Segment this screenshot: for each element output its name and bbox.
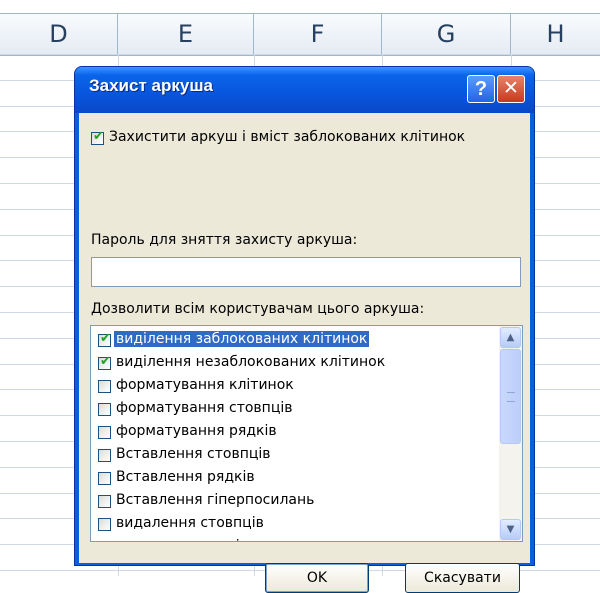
column-header-d[interactable]: D xyxy=(0,14,118,55)
permission-label: форматування клітинок xyxy=(116,377,294,393)
permissions-list[interactable]: ✔ виділення заблокованих клітинок ✔ виділен… xyxy=(90,325,523,542)
password-input[interactable] xyxy=(91,257,521,287)
scroll-up-icon[interactable]: ▲ xyxy=(500,327,521,348)
permission-checkbox[interactable] xyxy=(98,472,111,485)
permission-item[interactable]: форматування стовпців xyxy=(91,398,499,421)
protect-sheet-checkbox[interactable]: ✔ xyxy=(91,129,104,145)
permission-checkbox[interactable] xyxy=(98,495,111,508)
permission-label: Вставлення стовпців xyxy=(116,446,271,462)
permission-item[interactable]: видалення стовпців xyxy=(91,513,499,536)
protect-sheet-label[interactable]: Захистити аркуш і вміст заблокованих клі… xyxy=(109,129,465,145)
permission-checkbox[interactable]: ✔ xyxy=(98,354,111,370)
checkmark-icon: ✔ xyxy=(100,331,111,346)
permission-item[interactable]: форматування клітинок xyxy=(91,375,499,398)
permission-checkbox[interactable]: ✔ xyxy=(98,331,111,347)
column-header-g[interactable]: G xyxy=(382,14,511,55)
password-label: Пароль для зняття захисту аркуша: xyxy=(91,232,358,248)
permission-item[interactable]: ✔ виділення незаблокованих клітинок xyxy=(91,352,499,375)
permission-label: виділення заблокованих клітинок xyxy=(114,331,370,347)
dialog-titlebar[interactable]: Захист аркуша ? ✕ xyxy=(75,67,534,113)
column-header-f[interactable]: F xyxy=(254,14,382,55)
checkmark-icon: ✔ xyxy=(93,129,104,144)
dialog-title: Захист аркуша xyxy=(89,76,213,95)
permission-item[interactable]: форматування рядків xyxy=(91,421,499,444)
scroll-down-icon[interactable]: ▼ xyxy=(500,519,521,540)
checkmark-icon: ✔ xyxy=(100,354,111,369)
permission-item[interactable]: видалення рядків xyxy=(91,536,499,542)
permission-label: видалення рядків xyxy=(116,538,248,541)
cancel-button[interactable]: Скасувати xyxy=(405,563,520,593)
permission-checkbox[interactable] xyxy=(98,449,111,462)
grid-row-line xyxy=(0,54,600,55)
permission-label: Вставлення рядків xyxy=(116,469,255,485)
permission-label: форматування стовпців xyxy=(116,400,293,416)
allow-users-label: Дозволити всім користувачам цього аркуша… xyxy=(91,301,425,317)
permission-label: виділення незаблокованих клітинок xyxy=(116,354,386,370)
permission-item[interactable]: Вставлення гіперпосилань xyxy=(91,490,499,513)
dialog-body: ✔ Захистити аркуш і вміст заблокованих к… xyxy=(79,113,530,593)
column-header-h[interactable]: H xyxy=(511,14,600,55)
grip-icon xyxy=(507,392,515,402)
close-icon[interactable]: ✕ xyxy=(497,75,525,103)
ok-button[interactable]: OK xyxy=(265,563,369,593)
permission-checkbox[interactable] xyxy=(98,518,111,531)
permission-label: форматування рядків xyxy=(116,423,277,439)
permission-checkbox[interactable] xyxy=(98,541,111,542)
permission-checkbox[interactable] xyxy=(98,426,111,439)
permission-checkbox[interactable] xyxy=(98,380,111,393)
permission-item[interactable]: ✔ виділення заблокованих клітинок xyxy=(91,329,499,352)
permission-item[interactable]: Вставлення стовпців xyxy=(91,444,499,467)
permission-label: видалення стовпців xyxy=(116,515,264,531)
permission-label: Вставлення гіперпосилань xyxy=(116,492,315,508)
protect-sheet-dialog: Захист аркуша ? ✕ ✔ Захистити аркуш і вм… xyxy=(74,66,535,593)
permission-item[interactable]: Вставлення рядків xyxy=(91,467,499,490)
list-scrollbar[interactable]: ▲ ▼ xyxy=(499,326,522,541)
scroll-thumb[interactable] xyxy=(500,349,521,444)
column-header-e[interactable]: E xyxy=(118,14,254,55)
permission-checkbox[interactable] xyxy=(98,403,111,416)
help-icon[interactable]: ? xyxy=(467,75,495,103)
column-header-bar: D E F G H xyxy=(0,13,600,56)
